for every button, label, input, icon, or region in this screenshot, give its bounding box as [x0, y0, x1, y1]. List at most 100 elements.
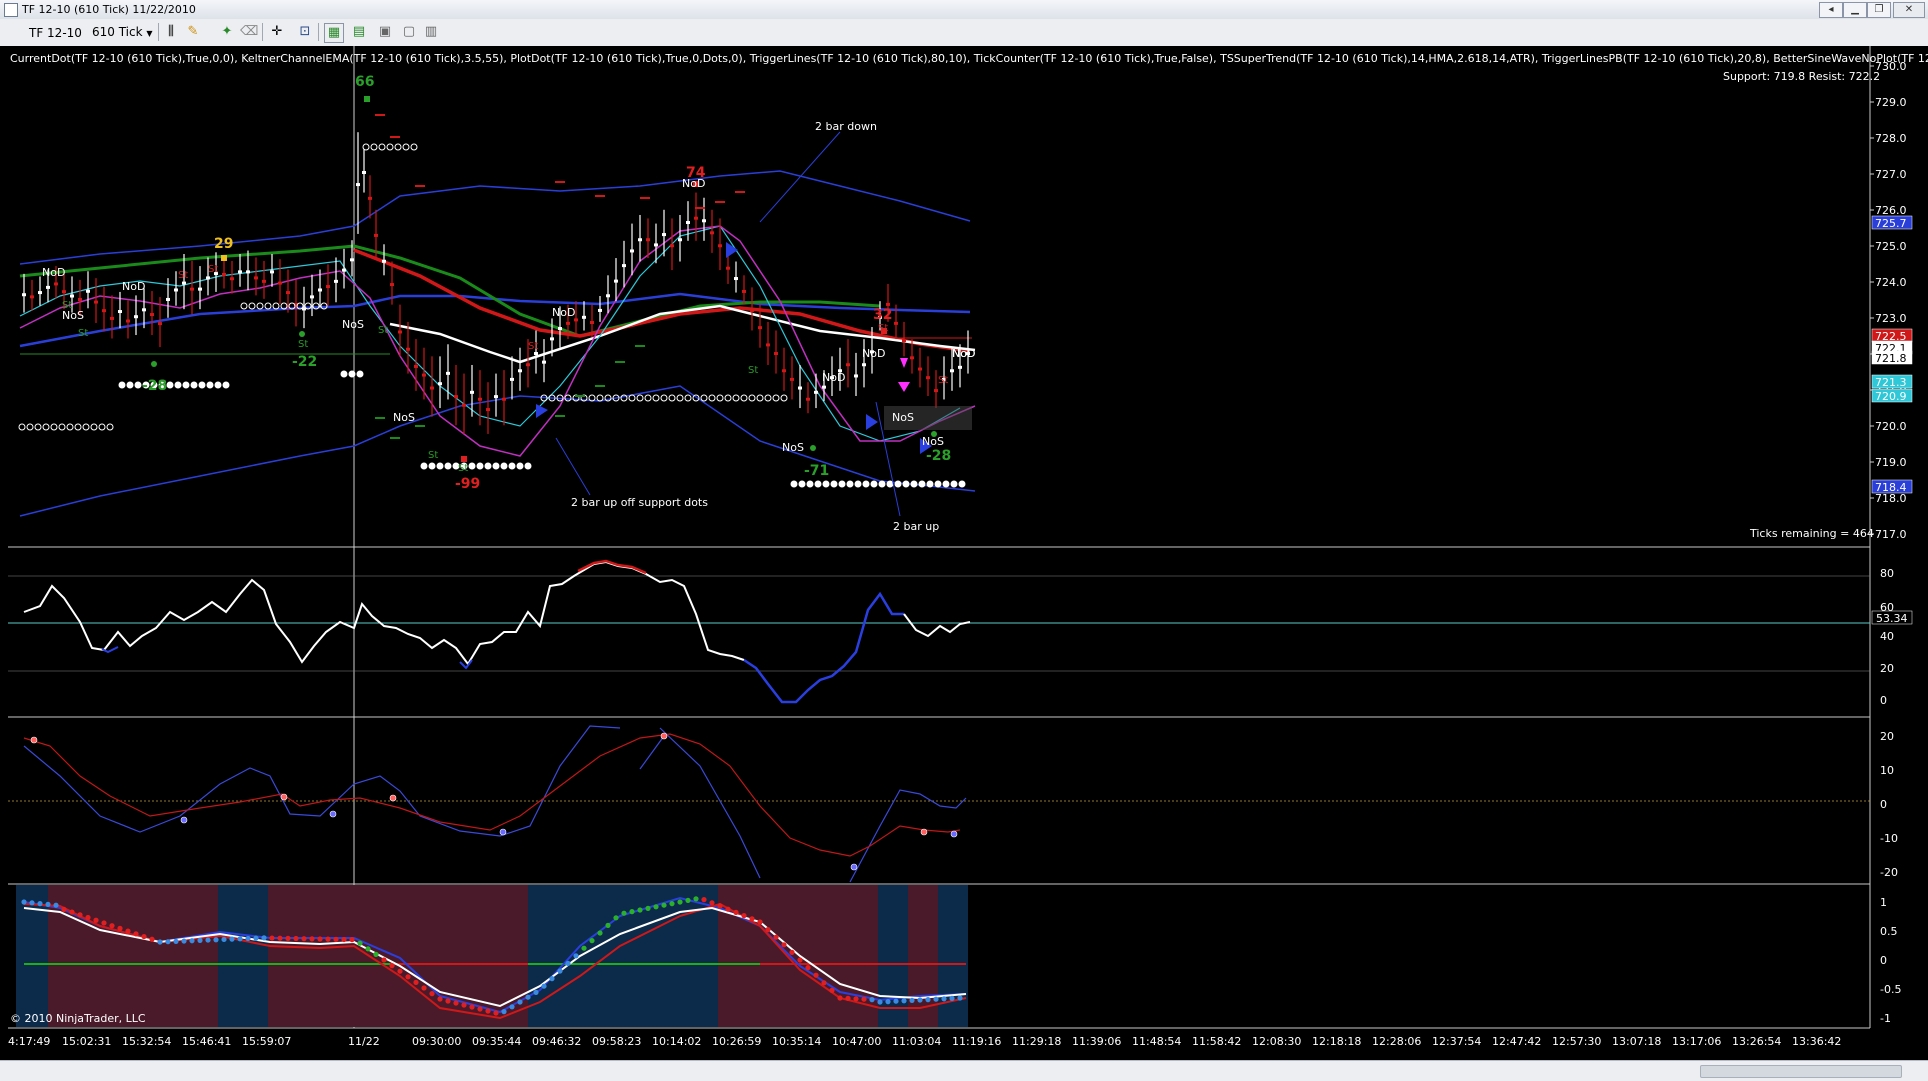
price-axis-label: 728.0 [1875, 132, 1907, 145]
nos-label: NoS [342, 318, 364, 331]
sine-background-band [218, 885, 268, 1027]
time-axis-label: 13:36:42 [1792, 1035, 1841, 1048]
tick-count-marker [364, 96, 370, 102]
price-bar-body [542, 360, 546, 364]
sine-dot [77, 912, 83, 918]
instrument-selector[interactable]: TF 12-10 ▼ [8, 24, 90, 56]
oscillator-panel [8, 559, 1870, 704]
resist-dot [684, 394, 692, 402]
sine-axis-label: 1 [1880, 896, 1887, 909]
sine-background-band [16, 885, 48, 1027]
data-box-icon[interactable]: ▢ [400, 23, 418, 41]
resist-dot [772, 394, 780, 402]
sine-dot [869, 997, 875, 1003]
time-axis-label: 13:17:06 [1672, 1035, 1721, 1048]
sine-dot [117, 925, 123, 932]
trigger-blue-line [659, 727, 761, 879]
price-bar-body [734, 277, 738, 281]
sine-dot [901, 998, 907, 1004]
sine-dot [341, 936, 347, 943]
resist-dot [402, 143, 410, 151]
sine-dot [837, 995, 843, 1001]
price-bar-body [142, 308, 146, 312]
chart-trader-icon[interactable]: ▦ [324, 23, 344, 43]
time-axis-label: 09:35:44 [472, 1035, 521, 1048]
resist-dot [660, 394, 668, 402]
price-bar-body [318, 288, 322, 292]
price-axis-label: 717.0 [1875, 528, 1907, 541]
crosshair-icon[interactable]: ✛ [268, 23, 286, 41]
price-bar-body [766, 343, 770, 347]
price-bar-body [646, 238, 650, 242]
annotation-line [759, 131, 841, 223]
minimize-button[interactable]: ▁ [1843, 2, 1867, 18]
price-bar-body [854, 374, 858, 378]
price-bar-body [678, 238, 682, 242]
magenta-arrow-marker [900, 358, 908, 368]
resist-dot [248, 302, 256, 310]
keltner-upper-line [19, 170, 971, 265]
properties-icon[interactable]: ▥ [422, 23, 440, 41]
price-bar-body [382, 259, 386, 263]
horizontal-scrollbar[interactable] [0, 1060, 1928, 1081]
trigger-axis-label: 0 [1880, 798, 1887, 811]
close-button[interactable]: ✕ [1893, 2, 1925, 18]
bar-style-icon[interactable]: ⫼ [162, 23, 180, 41]
sine-dot [717, 903, 723, 909]
strategies-icon[interactable]: ▣ [376, 23, 394, 41]
indicators-icon[interactable]: ▤ [350, 23, 368, 41]
sine-dot [245, 935, 251, 942]
support-dot [806, 480, 814, 488]
pencil-icon[interactable]: ✎ [184, 23, 202, 41]
time-axis-label: 11:29:18 [1012, 1035, 1061, 1048]
price-bar-body [846, 363, 850, 367]
chart-canvas[interactable]: 730.0 729.0 728.0 727.0 726.0 725.0 724.0 723.0… [0, 46, 1928, 1060]
sine-dot [853, 996, 859, 1002]
time-axis-label: 11:39:06 [1072, 1035, 1121, 1048]
restore-button[interactable]: ❐ [1867, 2, 1891, 18]
sine-dot [877, 999, 883, 1005]
scroll-left-button[interactable]: ◂ [1819, 2, 1843, 18]
price-bar-body [502, 397, 506, 401]
sine-dot [293, 935, 299, 942]
price-bar-body [414, 364, 418, 368]
support-dot [958, 480, 966, 488]
sine-dot [533, 989, 539, 996]
period-selector[interactable]: 610 Tick ▼ [92, 24, 154, 41]
time-axis-label: 12:57:30 [1552, 1035, 1601, 1048]
price-bar-body [438, 382, 442, 386]
price-bar-body [478, 397, 482, 401]
price-bar-body [278, 281, 282, 285]
price-bar-body [582, 315, 586, 319]
price-bar-body [62, 290, 66, 294]
eraser-icon[interactable]: ⌫ [240, 23, 258, 41]
resist-dot [676, 394, 684, 402]
support-dot [926, 480, 934, 488]
price-bar-body [270, 270, 274, 274]
price-bar-body [286, 291, 290, 295]
resist-dot [636, 394, 644, 402]
support-dot [894, 480, 902, 488]
zoom-icon[interactable]: ⊡ [296, 23, 314, 41]
price-bar-body [222, 272, 226, 276]
sine-dot [797, 957, 803, 963]
scroll-thumb[interactable] [1700, 1065, 1902, 1078]
sine-dot [477, 1006, 483, 1012]
draw-tools-icon[interactable]: ✦ [218, 23, 236, 41]
support-dot [500, 462, 508, 470]
support-dot [508, 462, 516, 470]
toolbar-separator [318, 23, 319, 41]
price-bar-body [462, 403, 466, 407]
indicator-list: CurrentDot(TF 12-10 (610 Tick),True,0,0)… [10, 52, 1928, 65]
support-dot [190, 381, 198, 389]
price-bar-body [622, 264, 626, 268]
sine-dot [541, 983, 547, 989]
resist-dot [564, 394, 572, 402]
trigger-cross-dot [950, 830, 958, 838]
nod-label: NoD [952, 347, 975, 360]
sine-dot [805, 965, 811, 971]
price-bar-body [614, 279, 618, 283]
sine-dot [109, 923, 115, 929]
support-dot [428, 462, 436, 470]
support-dot [436, 462, 444, 470]
